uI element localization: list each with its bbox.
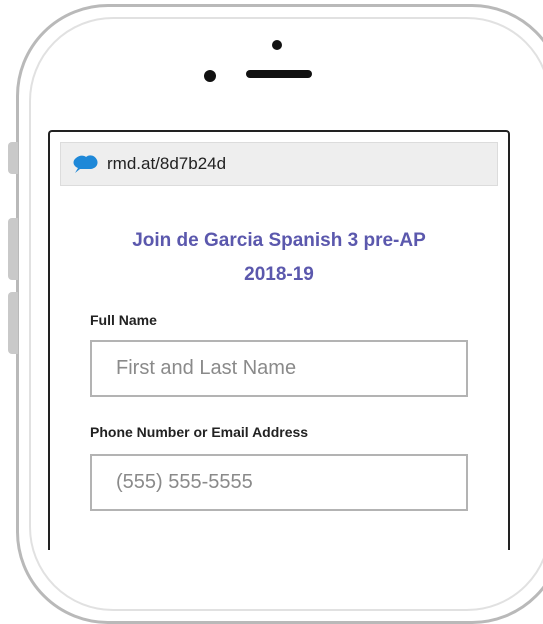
phone-screen: rmd.at/8d7b24d Join de Garcia Spanish 3 …: [48, 130, 510, 550]
browser-url-bar[interactable]: rmd.at/8d7b24d: [60, 142, 498, 186]
url-text[interactable]: rmd.at/8d7b24d: [107, 154, 226, 174]
phone-speaker: [246, 70, 312, 78]
form-title-line-2: 2018-19: [244, 264, 314, 285]
phone-volume-up-button: [8, 218, 18, 280]
phone-or-email-input[interactable]: [90, 454, 468, 511]
contact-label: Phone Number or Email Address: [90, 424, 309, 440]
phone-volume-down-button: [8, 292, 18, 354]
remind-cloud-icon: [73, 155, 98, 173]
phone-camera-icon: [272, 40, 282, 50]
phone-sensor-icon: [204, 70, 216, 82]
form-title-line-1: Join de Garcia Spanish 3 pre-AP: [132, 230, 426, 251]
phone-mute-switch: [8, 142, 18, 174]
form-title: Join de Garcia Spanish 3 pre-AP 2018-19: [50, 224, 508, 292]
full-name-input[interactable]: [90, 340, 468, 397]
full-name-label: Full Name: [90, 312, 157, 328]
